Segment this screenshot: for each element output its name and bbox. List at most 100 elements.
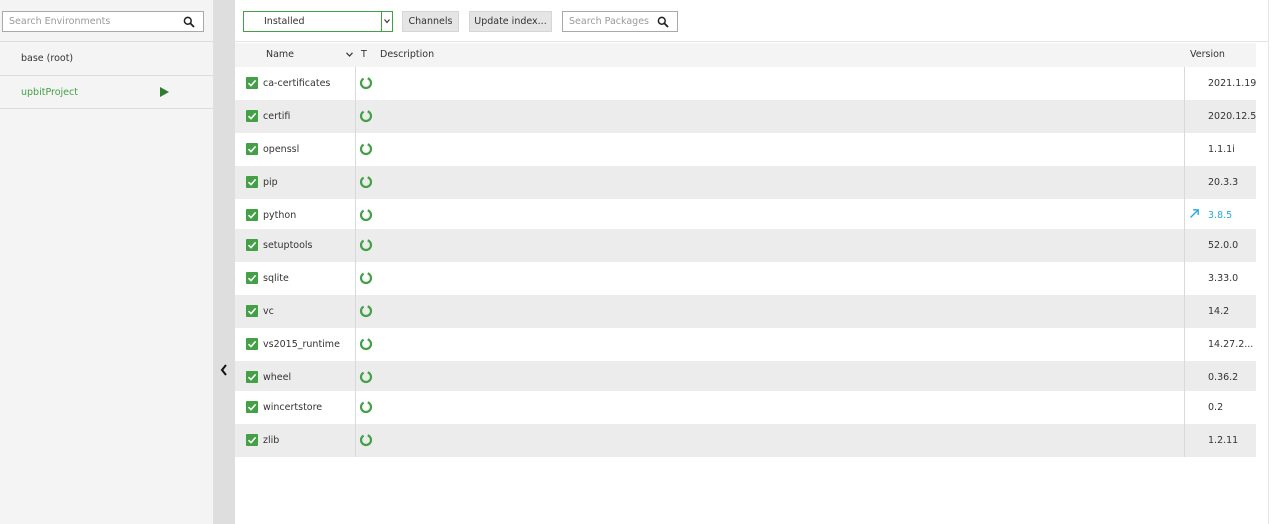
environment-label: upbitProject xyxy=(21,86,78,98)
column-divider xyxy=(355,262,356,295)
package-version: 52.0.0 xyxy=(1208,240,1239,251)
checkmark-icon xyxy=(247,436,257,444)
installed-checkbox[interactable] xyxy=(246,371,258,383)
installed-checkbox[interactable] xyxy=(246,272,258,284)
table-row[interactable]: certifi 2020.12.5 xyxy=(235,100,1256,133)
sort-chevron-icon[interactable] xyxy=(346,52,353,57)
environment-search-input[interactable] xyxy=(3,12,173,31)
table-row[interactable]: zlib 1.2.11 xyxy=(235,424,1256,457)
package-name: wincertstore xyxy=(263,402,323,413)
package-version: 20.3.3 xyxy=(1208,177,1239,188)
installed-status-icon xyxy=(359,370,373,384)
table-row[interactable]: sqlite 3.33.0 xyxy=(235,262,1256,295)
column-divider xyxy=(1184,391,1185,424)
installed-checkbox[interactable] xyxy=(246,143,258,155)
table-row[interactable]: setuptools 52.0.0 xyxy=(235,229,1256,262)
play-icon[interactable] xyxy=(160,87,169,97)
package-name: python xyxy=(263,210,297,221)
column-divider xyxy=(1184,166,1185,199)
table-row[interactable]: vs2015_runtime 14.27.2... xyxy=(235,328,1256,361)
installed-checkbox[interactable] xyxy=(246,110,258,122)
column-divider xyxy=(1184,328,1185,361)
table-row[interactable]: pip 20.3.3 xyxy=(235,166,1256,199)
installed-status-icon xyxy=(359,400,373,414)
environment-item-upbitproject[interactable]: upbitProject xyxy=(0,75,213,109)
chevron-down-icon[interactable] xyxy=(384,18,390,24)
package-version: 0.2 xyxy=(1208,402,1224,413)
package-search-box[interactable] xyxy=(562,11,678,32)
installed-status-icon xyxy=(359,271,373,285)
package-name: vc xyxy=(263,306,274,317)
checkmark-icon xyxy=(247,211,257,219)
table-row[interactable]: wincertstore 0.2 xyxy=(235,391,1256,424)
checkmark-icon xyxy=(247,373,257,381)
installed-checkbox[interactable] xyxy=(246,305,258,317)
column-divider xyxy=(355,199,356,229)
installed-checkbox[interactable] xyxy=(246,401,258,413)
column-divider xyxy=(355,424,356,457)
package-name: wheel xyxy=(263,372,292,383)
column-divider xyxy=(355,100,356,133)
column-divider xyxy=(1184,199,1185,229)
search-icon[interactable] xyxy=(183,16,195,28)
checkmark-icon xyxy=(247,145,257,153)
table-row[interactable]: ca-certificates 2021.1.19 xyxy=(235,67,1256,100)
installed-status-icon xyxy=(359,238,373,252)
column-divider xyxy=(355,295,356,328)
channels-button[interactable]: Channels xyxy=(402,11,459,32)
table-row[interactable]: python 3.8.5 xyxy=(235,199,1256,229)
checkmark-icon xyxy=(247,274,257,282)
package-name: pip xyxy=(263,177,278,188)
panel-splitter[interactable] xyxy=(214,0,235,524)
package-version: 3.33.0 xyxy=(1208,273,1239,284)
package-version: 14.2 xyxy=(1208,306,1230,317)
package-name: certifi xyxy=(263,111,291,122)
chevron-left-icon[interactable] xyxy=(219,363,229,377)
table-row[interactable]: vc 14.2 xyxy=(235,295,1256,328)
installed-checkbox[interactable] xyxy=(246,209,258,221)
filter-selected-label: Installed xyxy=(264,16,305,27)
column-header-description[interactable]: Description xyxy=(380,49,434,60)
installed-status-icon xyxy=(359,76,373,90)
right-scroll-gutter xyxy=(1268,0,1280,524)
table-row[interactable]: wheel 0.36.2 xyxy=(235,361,1256,391)
column-divider xyxy=(1184,424,1185,457)
column-divider xyxy=(355,361,356,391)
table-body: ca-certificates 2021.1.19 certifi 2020.12.5… xyxy=(235,67,1256,457)
column-divider xyxy=(355,166,356,199)
package-filter-select[interactable]: Installed xyxy=(243,11,393,32)
select-divider xyxy=(381,12,382,31)
package-name: setuptools xyxy=(263,240,313,251)
package-version: 14.27.2... xyxy=(1208,339,1254,350)
environment-item-base[interactable]: base (root) xyxy=(0,41,213,75)
column-header-name[interactable]: Name xyxy=(266,49,294,60)
installed-status-icon xyxy=(359,337,373,351)
package-version[interactable]: 3.8.5 xyxy=(1208,210,1232,221)
column-header-type[interactable]: T xyxy=(361,49,367,60)
installed-checkbox[interactable] xyxy=(246,176,258,188)
installed-checkbox[interactable] xyxy=(246,338,258,350)
package-name: vs2015_runtime xyxy=(263,339,340,350)
checkmark-icon xyxy=(247,340,257,348)
installed-status-icon xyxy=(359,304,373,318)
column-header-version[interactable]: Version xyxy=(1190,49,1225,60)
table-row[interactable]: openssl 1.1.1i xyxy=(235,133,1256,166)
column-divider xyxy=(355,229,356,262)
installed-checkbox[interactable] xyxy=(246,434,258,446)
column-divider xyxy=(355,67,356,100)
update-index-button[interactable]: Update index... xyxy=(469,11,552,32)
installed-checkbox[interactable] xyxy=(246,77,258,89)
search-icon[interactable] xyxy=(657,16,669,28)
environments-panel: base (root) upbitProject xyxy=(0,0,214,524)
checkmark-icon xyxy=(247,241,257,249)
checkmark-icon xyxy=(247,178,257,186)
packages-toolbar: Installed Channels Update index... xyxy=(235,0,1268,42)
package-search-input[interactable] xyxy=(563,12,653,31)
column-divider xyxy=(1184,133,1185,166)
installed-checkbox[interactable] xyxy=(246,239,258,251)
environment-search-box[interactable] xyxy=(2,11,204,32)
upgrade-arrow-icon[interactable] xyxy=(1189,208,1200,219)
environment-list: base (root) upbitProject xyxy=(0,41,213,109)
column-divider xyxy=(1184,100,1185,133)
checkmark-icon xyxy=(247,307,257,315)
